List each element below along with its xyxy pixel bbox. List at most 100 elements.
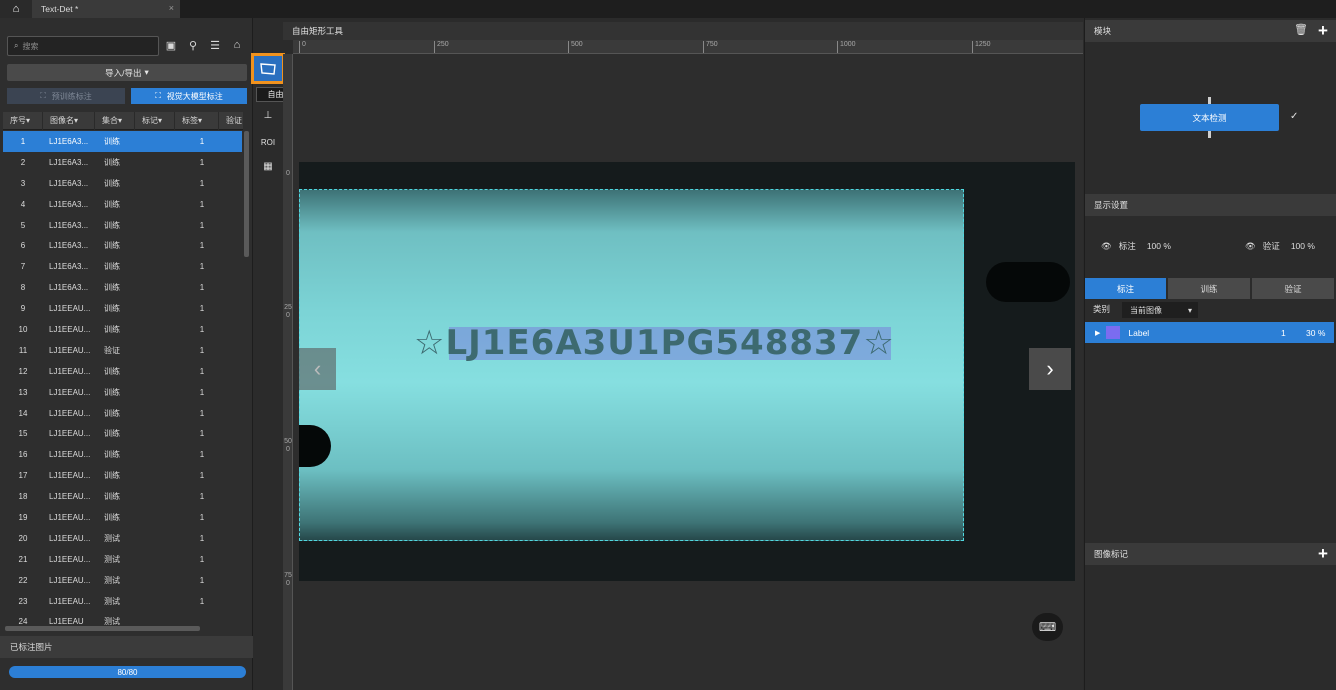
row-set: 训练 (104, 408, 120, 418)
check-icon: ✓ (1290, 111, 1299, 122)
label-row[interactable]: ▶ Label 1 30 % (1085, 322, 1334, 343)
tab-train[interactable]: 训练 (1168, 278, 1250, 299)
keyboard-icon[interactable]: ⌨ (1032, 613, 1063, 641)
category-label: 类别 (1093, 304, 1111, 314)
table-row[interactable]: 18 LJ1EEAU... 训练 1 (3, 486, 242, 507)
label-name: Label (1128, 327, 1150, 338)
tab-verify[interactable]: 验证 (1252, 278, 1334, 299)
col-label[interactable]: 标签 ▾ (175, 111, 219, 130)
table-row[interactable]: 9 LJ1EEAU... 训练 1 (3, 298, 242, 319)
tab-close-icon[interactable]: × (169, 3, 174, 13)
vision-model-annotate-button[interactable]: ⛶ 视觉大模型标注 (131, 88, 247, 104)
table-row[interactable]: 14 LJ1EEAU... 训练 1 (3, 403, 242, 424)
list-icon[interactable]: ☰ (208, 38, 222, 52)
vertical-scrollbar[interactable] (244, 131, 249, 257)
table-row[interactable]: 4 LJ1E6A3... 训练 1 (3, 194, 242, 215)
row-label: 1 (199, 220, 205, 230)
row-label: 1 (199, 512, 205, 522)
table-row[interactable]: 23 LJ1EEAU... 测试 1 (3, 591, 242, 612)
table-row[interactable]: 16 LJ1EEAU... 训练 1 (3, 444, 242, 465)
col-verify[interactable]: 验证 (219, 112, 243, 130)
eye-icon[interactable]: 👁 (1101, 241, 1112, 252)
table-row[interactable]: 11 LJ1EEAU... 验证 1 (3, 340, 242, 361)
col-index[interactable]: 序号 ▾ (3, 111, 43, 130)
table-row[interactable]: 19 LJ1EEAU... 训练 1 (3, 507, 242, 528)
table-row[interactable]: 17 LJ1EEAU... 训练 1 (3, 465, 242, 486)
row-label: 1 (199, 471, 205, 481)
horizontal-scrollbar[interactable] (5, 626, 200, 631)
row-label: 1 (199, 262, 205, 272)
table-row[interactable]: 12 LJ1EEAU... 训练 1 (3, 361, 242, 382)
prev-image-button[interactable]: ‹ (299, 348, 336, 390)
row-image-name: LJ1EEAU... (49, 575, 91, 585)
col-set[interactable]: 集合 ▾ (95, 111, 135, 130)
verify-visibility[interactable]: 👁 验证 100 % (1245, 240, 1315, 252)
vision-label: 视觉大模型标注 (166, 91, 223, 101)
text-detection-module[interactable]: 文本检测 (1140, 104, 1279, 131)
free-rect-tool-button[interactable] (251, 53, 285, 84)
row-index: 19 (18, 512, 28, 522)
row-label: 1 (199, 283, 205, 293)
filter-icon[interactable]: ⚲ (186, 38, 200, 52)
stamp-tool-icon[interactable]: ⊥ (258, 106, 278, 124)
row-image-name: LJ1E6A3... (49, 262, 89, 272)
row-set: 测试 (104, 554, 120, 564)
annotation-visibility[interactable]: 👁 标注 100 % (1101, 240, 1171, 252)
trash-icon[interactable]: 🗑 (1294, 23, 1308, 37)
expand-caret-icon[interactable]: ▶ (1095, 329, 1100, 337)
label-percent: 30 % (1306, 327, 1326, 338)
import-export-button[interactable]: 导入/导出 ▾ (7, 64, 247, 81)
row-set: 训练 (104, 199, 120, 209)
free-rect-icon (260, 62, 276, 75)
row-set: 训练 (104, 324, 120, 334)
row-index: 23 (18, 596, 28, 606)
table-row[interactable]: 6 LJ1E6A3... 训练 1 (3, 235, 242, 256)
col-image-name[interactable]: 图像名 ▾ (43, 111, 95, 130)
table-row[interactable]: 20 LJ1EEAU... 测试 1 (3, 528, 242, 549)
eye-icon[interactable]: 👁 (1245, 241, 1256, 252)
row-label: 1 (199, 241, 205, 251)
label-color-swatch[interactable] (1106, 326, 1121, 339)
table-row[interactable]: 2 LJ1E6A3... 训练 1 (3, 152, 242, 173)
search-input[interactable]: ⌕ 搜索 (7, 36, 159, 56)
next-image-button[interactable]: › (1029, 348, 1071, 390)
view-toggle-icon[interactable]: ⌂ (230, 38, 244, 52)
image-filter-icon[interactable]: ▣ (164, 38, 178, 52)
row-image-name: LJ1EEAU... (49, 492, 91, 502)
table-row[interactable]: 8 LJ1E6A3... 训练 1 (3, 277, 242, 298)
annotation-progress-bar: 80/80 (9, 666, 246, 678)
table-row[interactable]: 7 LJ1E6A3... 训练 1 (3, 256, 242, 277)
row-label: 1 (199, 596, 205, 606)
ruler-tick: 250 (434, 41, 449, 53)
label-count: 1 (1281, 327, 1286, 338)
table-row[interactable]: 24 LJ1EEAU 测试 (3, 611, 242, 625)
table-row[interactable]: 21 LJ1EEAU... 测试 1 (3, 549, 242, 570)
add-image-mark-icon[interactable]: + (1316, 545, 1330, 562)
table-row[interactable]: 15 LJ1EEAU... 训练 1 (3, 423, 242, 444)
table-row[interactable]: 22 LJ1EEAU... 测试 1 (3, 570, 242, 591)
row-image-name: LJ1EEAU (49, 617, 84, 625)
tab-text-det[interactable]: Text-Det * × (32, 0, 180, 18)
roi-tool-button[interactable]: ROI (258, 133, 278, 151)
home-icon[interactable]: ⌂ (0, 0, 32, 18)
table-row[interactable]: 13 LJ1EEAU... 训练 1 (3, 382, 242, 403)
pretrain-annotate-button[interactable]: ⛶ 预训练标注 (7, 88, 125, 104)
row-label: 1 (199, 450, 205, 460)
tab-annotation[interactable]: 标注 (1085, 278, 1166, 299)
table-row[interactable]: 1 LJ1E6A3... 训练 1 (3, 131, 242, 152)
title-bar (0, 0, 1336, 18)
slideshow-tool-icon[interactable]: ▦ (258, 157, 278, 175)
row-index: 7 (20, 262, 26, 272)
ruler-top: 0 250 500 750 1000 1250 (293, 40, 1083, 54)
plate-annotation-rect[interactable] (299, 189, 964, 541)
col-mark[interactable]: 标记 ▾ (135, 111, 175, 130)
row-set: 训练 (104, 304, 120, 314)
table-row[interactable]: 3 LJ1E6A3... 训练 1 (3, 173, 242, 194)
category-select[interactable]: 当前图像 ▾ (1122, 302, 1198, 318)
table-row[interactable]: 10 LJ1EEAU... 训练 1 (3, 319, 242, 340)
row-label: 1 (199, 178, 205, 188)
add-module-icon[interactable]: + (1316, 22, 1330, 39)
row-index: 10 (18, 324, 28, 334)
table-row[interactable]: 5 LJ1E6A3... 训练 1 (3, 215, 242, 236)
annotated-images-header: 已标注图片 (0, 636, 253, 658)
